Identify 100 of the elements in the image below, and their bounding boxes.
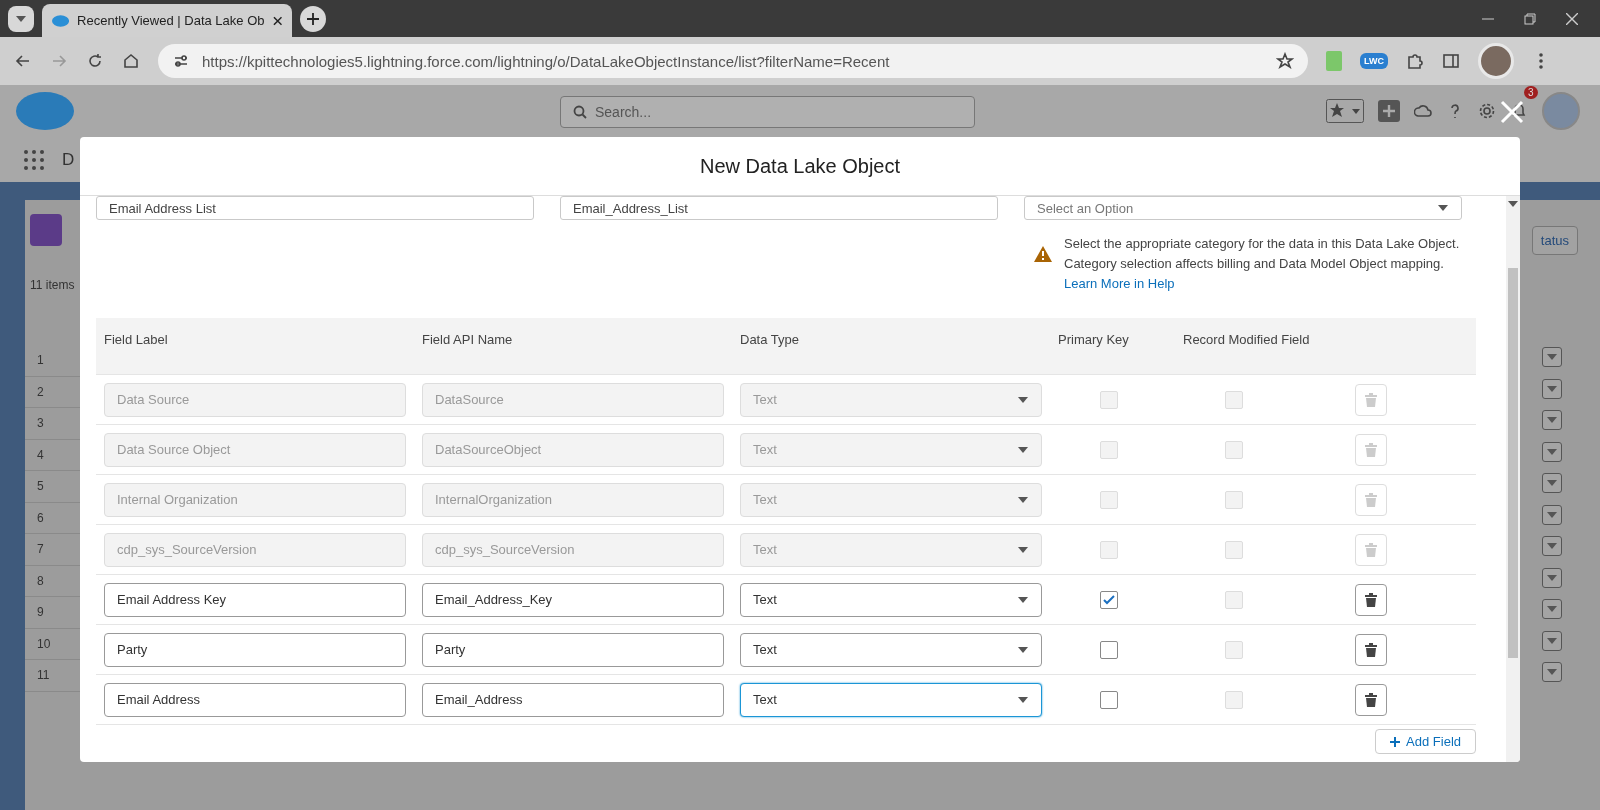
trash-icon — [1365, 592, 1377, 607]
data-type-select[interactable]: Text — [740, 582, 1042, 617]
new-tab-button[interactable] — [300, 5, 326, 32]
cloud-icon[interactable] — [1414, 102, 1432, 120]
row-action-button[interactable] — [1542, 567, 1562, 588]
close-icon[interactable] — [272, 15, 282, 26]
row-action-button[interactable] — [1542, 504, 1562, 525]
add-field-button[interactable]: Add Field — [1375, 729, 1476, 754]
app-launcher-icon[interactable] — [24, 149, 44, 170]
search-icon — [573, 105, 587, 119]
row-action-button[interactable] — [1542, 378, 1562, 399]
field-api-name-input[interactable]: Party — [422, 632, 724, 667]
row-action-button[interactable] — [1542, 441, 1562, 462]
column-header: Field Label — [103, 331, 169, 349]
tab-list-button[interactable] — [8, 5, 34, 32]
row-action-button[interactable] — [1542, 536, 1562, 556]
column-header: Record Modified Field — [1182, 331, 1311, 349]
plus-icon — [1390, 736, 1401, 747]
tab-title: Recently Viewed | Data Lake Ob — [77, 13, 265, 28]
caret-icon — [1546, 636, 1558, 645]
address-bar[interactable]: https://kpittechnologies5.lightning.force.com/lightning/o/DataLakeObjectInstance/list?filterName=Recent — [158, 44, 1308, 78]
settings-icon[interactable] — [1478, 102, 1496, 120]
caret-icon — [1546, 447, 1558, 456]
caret-icon — [1546, 353, 1558, 361]
trash-icon — [1365, 392, 1377, 407]
caret-icon — [1017, 445, 1029, 454]
trash-icon — [1365, 492, 1377, 507]
field-api-name-input[interactable]: Email_Address — [422, 682, 724, 717]
caret-icon — [1546, 384, 1558, 393]
app-name: D — [62, 149, 75, 170]
row-action-button[interactable] — [1542, 662, 1562, 682]
close-button[interactable] — [1500, 100, 1524, 124]
field-label-input[interactable]: Party — [104, 632, 406, 667]
data-type-select[interactable]: Text — [740, 682, 1042, 717]
delete-button[interactable] — [1355, 583, 1387, 616]
caret-icon — [1017, 595, 1029, 604]
column-header: Data Type — [739, 331, 801, 349]
reload-icon[interactable] — [86, 52, 104, 70]
category-help-text: Select the appropriate category for the data in this Data Lake Object. Category selection affects billing and Data Model Object mapping. Learn More in Help — [1064, 235, 1461, 293]
object-label-field[interactable]: Email Address List — [96, 196, 534, 220]
caret-icon — [1017, 695, 1029, 704]
chevron-down-icon — [15, 14, 27, 23]
object-icon — [30, 214, 62, 246]
puzzle-icon[interactable] — [1406, 52, 1424, 70]
caret-icon — [1546, 542, 1558, 550]
data-type-select[interactable]: Text — [740, 632, 1042, 667]
row-action-button[interactable] — [1542, 410, 1562, 430]
column-header: Field API Name — [421, 331, 514, 349]
item-count: 11 items — [30, 278, 75, 292]
row-action-button[interactable] — [1542, 599, 1562, 619]
extension-badge[interactable]: LWC — [1360, 53, 1388, 69]
status-button[interactable]: tatus — [1531, 226, 1578, 255]
primary-key-checkbox[interactable] — [1100, 590, 1118, 609]
field-label-input[interactable]: Email Address Key — [104, 582, 406, 617]
delete-button[interactable] — [1355, 633, 1387, 666]
caret-icon — [1546, 573, 1558, 582]
restore-icon[interactable] — [1524, 12, 1536, 25]
profile-avatar[interactable] — [1478, 43, 1514, 79]
help-link[interactable]: Learn More in Help — [1064, 276, 1175, 291]
object-api-name-field[interactable]: Email_Address_List — [560, 196, 998, 220]
caret-icon — [1017, 645, 1029, 654]
row-action-button[interactable] — [1542, 473, 1562, 493]
caret-icon — [1546, 479, 1558, 487]
delete-button[interactable] — [1355, 683, 1387, 716]
favorites-icon[interactable] — [1326, 99, 1364, 123]
trash-icon — [1365, 642, 1377, 657]
plus-icon — [307, 12, 319, 25]
category-select[interactable]: Select an Option — [1024, 196, 1462, 220]
primary-key-checkbox[interactable] — [1100, 690, 1118, 709]
row-action-button[interactable] — [1542, 347, 1562, 367]
star-icon[interactable] — [1276, 52, 1294, 70]
cloud-logo[interactable] — [16, 91, 74, 131]
side-panel-icon[interactable] — [1442, 52, 1460, 70]
cloud-icon — [52, 14, 70, 27]
scroll-up-icon — [1507, 200, 1519, 208]
search-field[interactable]: Search... — [560, 96, 975, 128]
caret-icon — [1546, 510, 1558, 519]
plus-icon[interactable] — [1378, 100, 1400, 122]
warning-icon — [1034, 246, 1052, 262]
caret-icon — [1017, 395, 1029, 404]
trash-icon — [1365, 442, 1377, 457]
scrollbar[interactable] — [1506, 196, 1520, 762]
modal-title: New Data Lake Object — [80, 137, 1520, 196]
caret-icon — [1017, 495, 1029, 504]
notification-badge: 3 — [1524, 86, 1538, 99]
trash-icon — [1365, 692, 1377, 707]
caret-icon — [1546, 416, 1558, 424]
primary-key-checkbox[interactable] — [1100, 640, 1118, 659]
field-api-name-input[interactable]: Email_Address_Key — [422, 582, 724, 617]
row-action-button[interactable] — [1542, 630, 1562, 651]
trash-icon — [1365, 542, 1377, 557]
caret-icon — [1017, 545, 1029, 554]
home-icon[interactable] — [122, 52, 140, 70]
field-label-input[interactable]: Email Address — [104, 682, 406, 717]
caret-icon — [1437, 204, 1449, 212]
caret-icon — [1546, 668, 1558, 676]
browser-tab[interactable]: Recently Viewed | Data Lake Ob — [42, 4, 292, 37]
site-settings-icon[interactable] — [172, 52, 190, 70]
caret-icon — [1546, 605, 1558, 613]
column-header: Primary Key — [1057, 331, 1130, 349]
